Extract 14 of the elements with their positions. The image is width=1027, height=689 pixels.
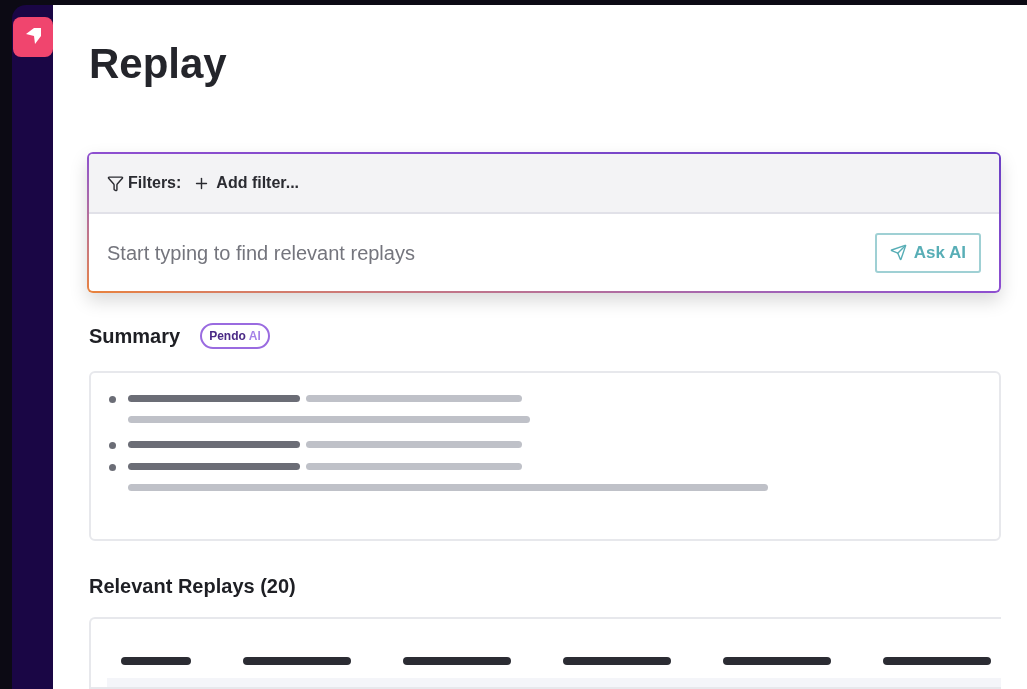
logo-icon[interactable] [12,17,53,57]
search-field[interactable]: Start typing to find relevant replays [107,237,875,268]
bullet-icon [109,442,116,450]
filters-label: Filters: [128,173,182,194]
add-filter-button[interactable]: Add filter... [193,171,299,196]
column-header-placeholder [121,657,191,666]
page-title: Replay [89,39,227,89]
summary-title: Summary [89,324,181,350]
bullet-icon [109,464,116,472]
pendo-ai-badge: Pendo AI [200,323,270,350]
replays-title: Relevant Replays (20) [89,574,296,600]
bullet-icon [109,396,116,404]
send-icon [889,244,907,262]
filter-icon [107,174,124,192]
